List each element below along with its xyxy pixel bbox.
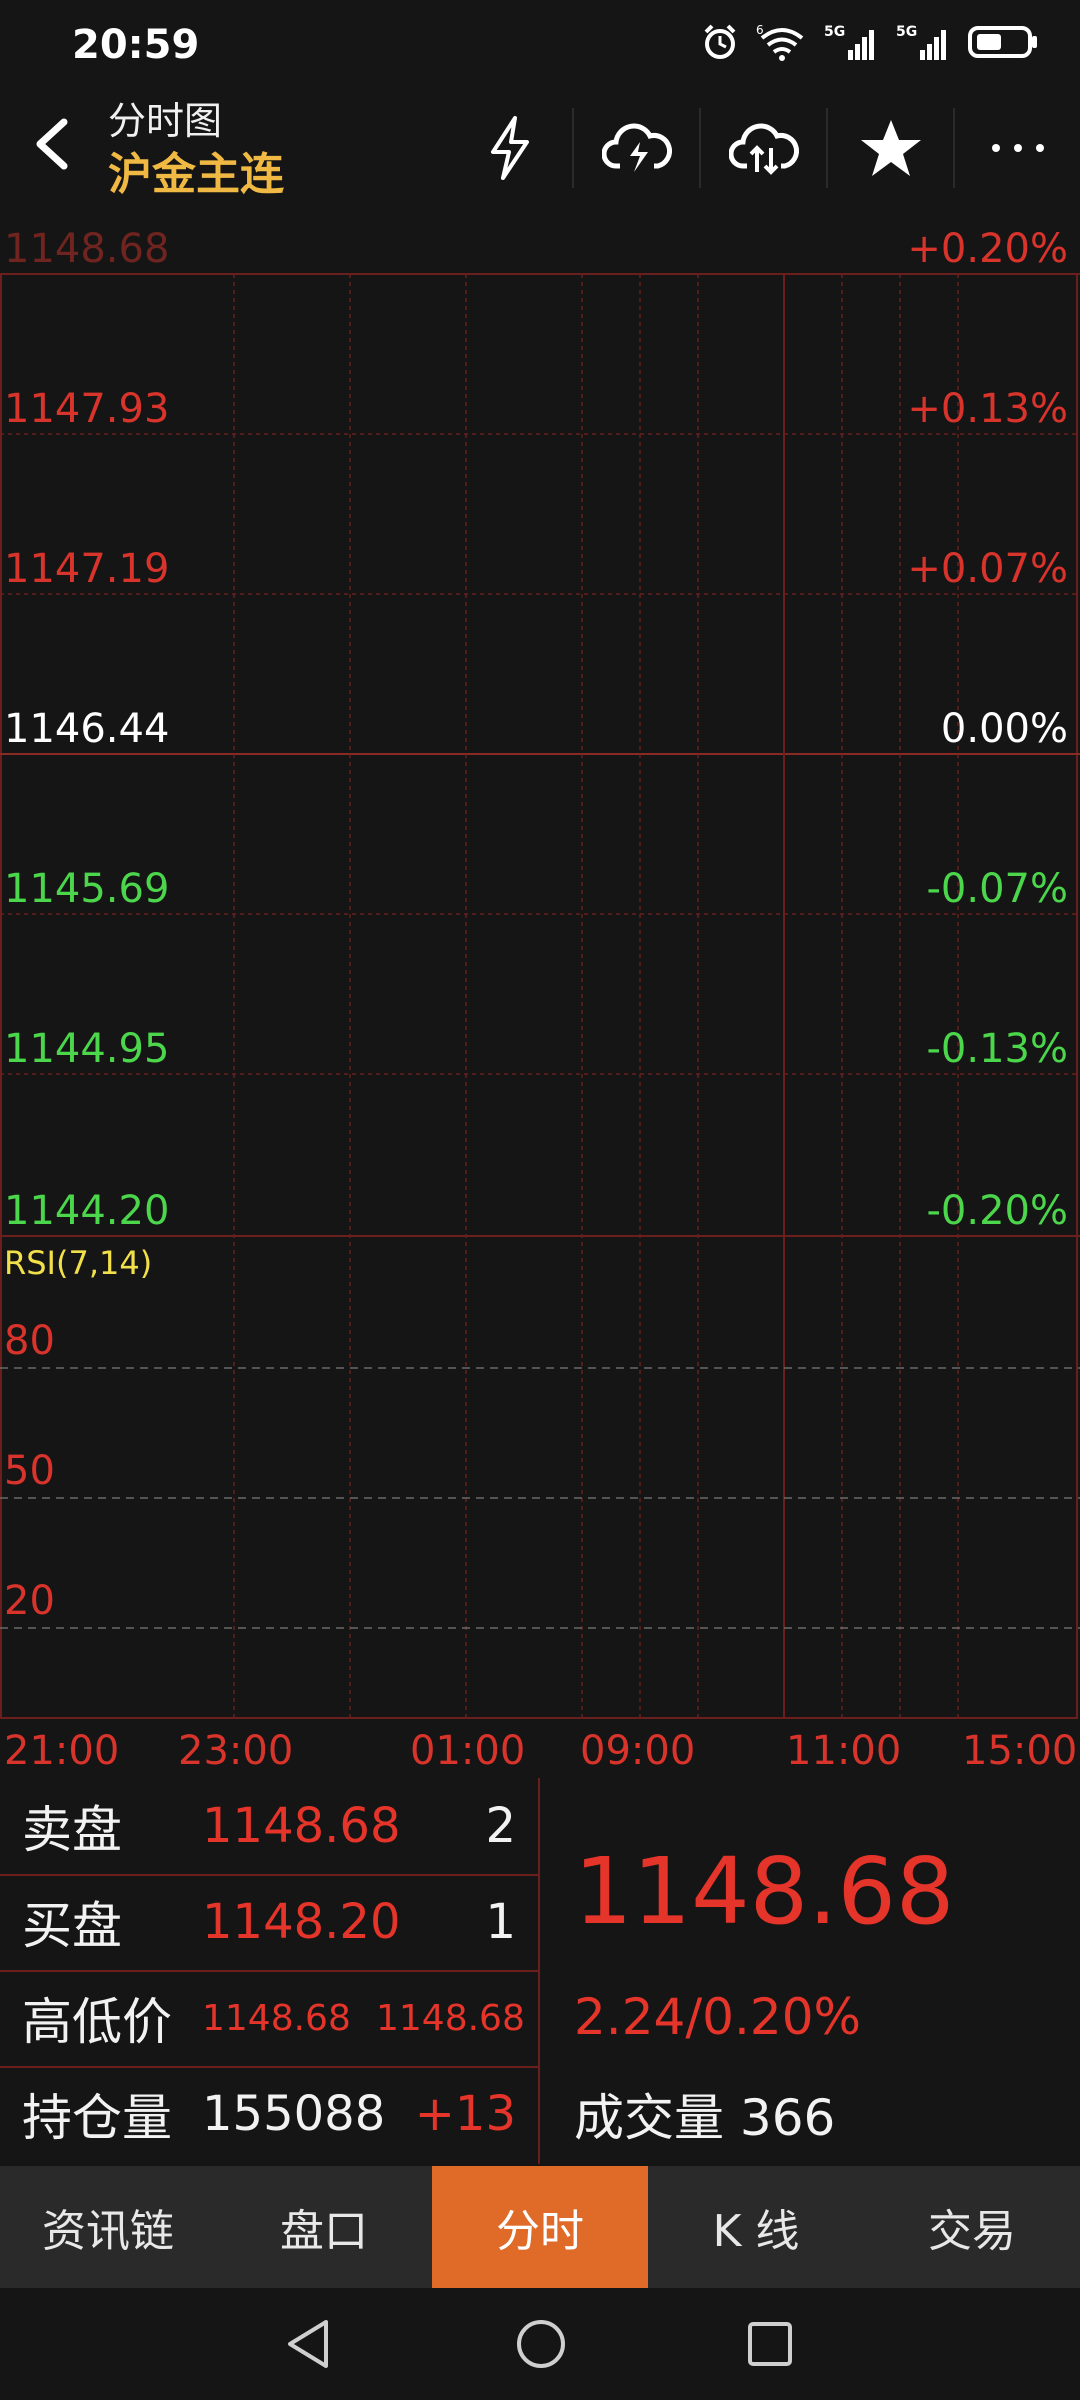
svg-text:5G: 5G <box>824 24 845 40</box>
open-interest-row: 持仓量 155088 +13 <box>0 2066 538 2162</box>
favorite-button[interactable] <box>826 108 953 188</box>
system-nav-bar <box>0 2288 1080 2400</box>
more-icon <box>991 144 1044 152</box>
time-label: 11:00 <box>786 1728 902 1774</box>
open-interest-value: 155088 <box>202 2086 386 2142</box>
time-label: 15:00 <box>962 1728 1078 1774</box>
volume-label: 成交量 <box>574 2089 724 2147</box>
signal-icon-1: 5G <box>824 24 874 60</box>
quote-divider <box>538 1778 540 2164</box>
sell-price: 1148.68 <box>202 1798 401 1854</box>
status-bar: 20:59 6 5G 5G <box>0 0 1080 90</box>
pct-label: +0.13% <box>907 386 1068 432</box>
back-icon[interactable] <box>24 114 84 174</box>
flash-button[interactable] <box>447 108 572 188</box>
open-interest-change: +13 <box>414 2086 516 2142</box>
signal-icon-2: 5G <box>896 24 946 60</box>
status-time: 20:59 <box>72 22 200 68</box>
price-label: 1147.93 <box>4 386 170 432</box>
bottom-tabs: 资讯链 盘口 分时 K 线 交易 <box>0 2166 1080 2288</box>
order-book: 卖盘 1148.68 2 买盘 1148.20 1 高低价 1148.68 11… <box>0 1778 538 2164</box>
price-label: 1144.20 <box>4 1188 170 1234</box>
wifi-icon: 6 <box>756 23 804 61</box>
tab-intraday[interactable]: 分时 <box>432 2166 648 2288</box>
rsi-level-label: 80 <box>4 1318 55 1364</box>
cloud-sync-icon <box>728 123 799 175</box>
chart-grid <box>0 273 1080 1719</box>
quote-panel: 卖盘 1148.68 2 买盘 1148.20 1 高低价 1148.68 11… <box>0 1778 1080 2164</box>
time-label: 09:00 <box>580 1728 696 1774</box>
sell-qty: 2 <box>485 1798 516 1854</box>
rsi-indicator-label: RSI(7,14) <box>4 1244 153 1282</box>
nav-back-icon[interactable] <box>282 2316 334 2372</box>
highlow-label: 高低价 <box>22 1993 172 2051</box>
time-label: 23:00 <box>178 1728 294 1774</box>
tab-news-chain[interactable]: 资讯链 <box>0 2166 216 2288</box>
time-label: 01:00 <box>410 1728 526 1774</box>
battery-icon <box>968 26 1037 58</box>
svg-text:5G: 5G <box>896 24 917 40</box>
header-actions <box>447 108 1080 188</box>
sell-row: 卖盘 1148.68 2 <box>0 1778 538 1876</box>
sell-label: 卖盘 <box>22 1801 122 1859</box>
page-subtitle: 分时图 <box>108 99 223 143</box>
high-price: 1148.68 <box>202 1997 351 2039</box>
buy-price: 1148.20 <box>202 1894 401 1950</box>
rsi-level-label: 50 <box>4 1448 55 1494</box>
price-label-base: 1146.44 <box>4 706 170 752</box>
pct-label: -0.07% <box>926 866 1068 912</box>
svg-text:6: 6 <box>756 23 764 37</box>
nav-home-icon[interactable] <box>514 2316 568 2372</box>
highlow-row: 高低价 1148.68 1148.68 <box>0 1970 538 2068</box>
cloud-lightning-icon <box>601 123 672 172</box>
price-label: 1147.19 <box>4 546 170 592</box>
rsi-level-label: 20 <box>4 1578 55 1624</box>
volume: 成交量 366 <box>574 2078 835 2150</box>
alarm-icon <box>704 24 736 59</box>
pct-label: -0.13% <box>926 1026 1068 1072</box>
open-interest-label: 持仓量 <box>22 2089 172 2147</box>
buy-row: 买盘 1148.20 1 <box>0 1874 538 1972</box>
time-label: 21:00 <box>4 1728 120 1774</box>
tab-trade[interactable]: 交易 <box>864 2166 1080 2288</box>
pct-label: -0.20% <box>926 1188 1068 1234</box>
app-header: 分时图 沪金主连 <box>0 90 1080 214</box>
buy-label: 买盘 <box>22 1897 122 1955</box>
nav-recents-icon[interactable] <box>744 2316 796 2372</box>
title-block: 分时图 沪金主连 <box>108 96 284 204</box>
price-label-top: 1148.68 <box>4 226 170 272</box>
last-price: 1148.68 <box>574 1838 955 1945</box>
cloud-flash-button[interactable] <box>572 108 699 188</box>
cloud-sync-button[interactable] <box>699 108 826 188</box>
pct-label-base: 0.00% <box>940 706 1068 752</box>
star-icon <box>860 120 921 176</box>
tab-order-book[interactable]: 盘口 <box>216 2166 432 2288</box>
price-change: 2.24/0.20% <box>574 1988 862 2046</box>
lightning-icon <box>490 116 529 180</box>
tab-kline[interactable]: K 线 <box>648 2166 864 2288</box>
price-label: 1144.95 <box>4 1026 170 1072</box>
low-price: 1148.68 <box>376 1997 525 2039</box>
volume-value: 366 <box>739 2089 836 2147</box>
price-label: 1145.69 <box>4 866 170 912</box>
pct-label: +0.07% <box>907 546 1068 592</box>
status-icons: 6 5G 5G <box>700 22 1040 62</box>
pct-label: +0.20% <box>907 226 1068 272</box>
more-button[interactable] <box>953 108 1080 188</box>
intraday-chart[interactable]: 1148.68 1147.93 1147.19 1146.44 1145.69 … <box>0 214 1080 1774</box>
buy-qty: 1 <box>485 1894 516 1950</box>
page-title: 沪金主连 <box>108 149 284 200</box>
